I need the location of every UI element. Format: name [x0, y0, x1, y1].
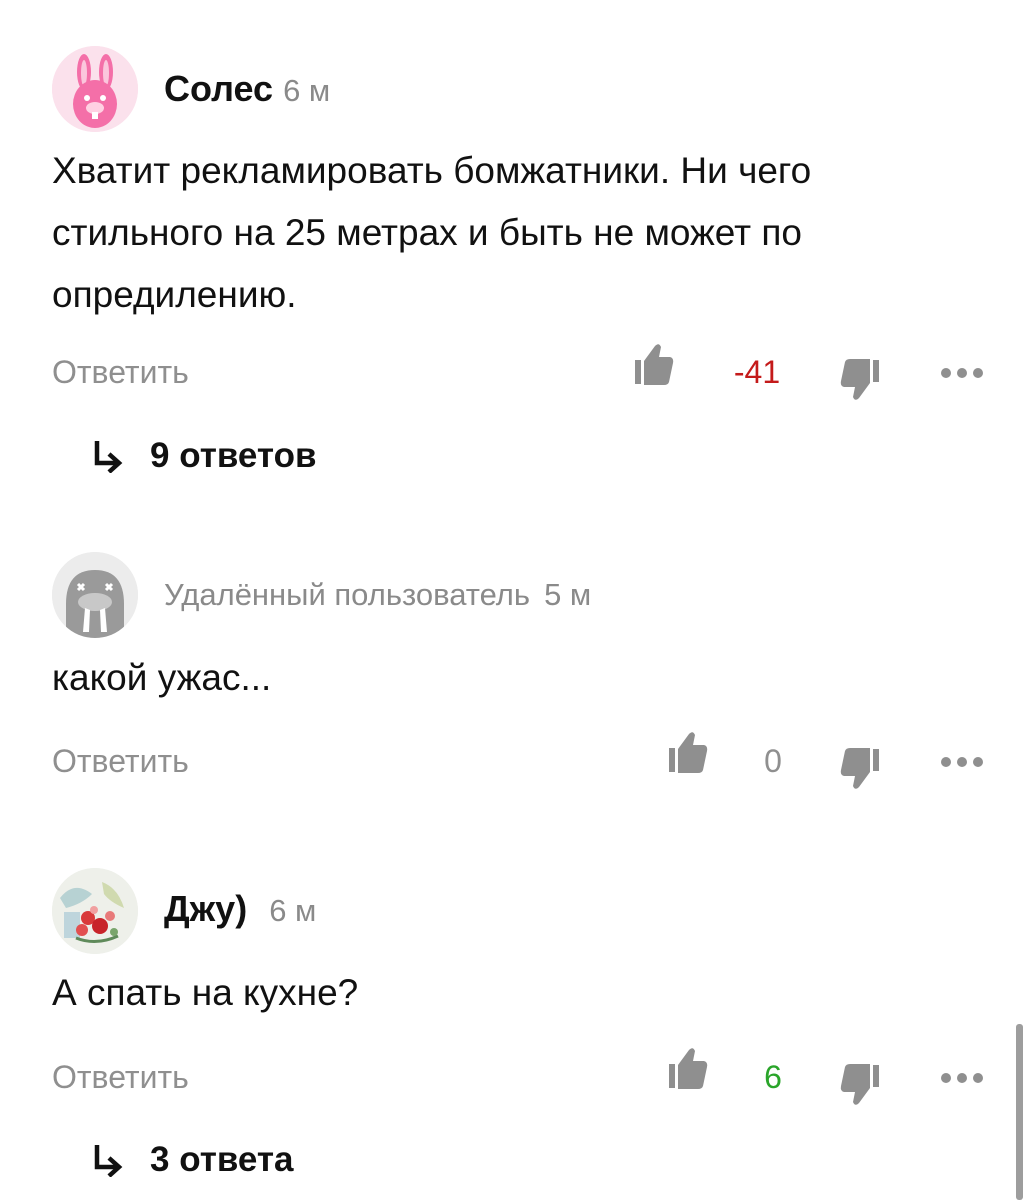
- author-name[interactable]: Джу) 6 м: [164, 888, 316, 930]
- comment-score: -41: [733, 354, 781, 390]
- comment-text: какой ужас...: [52, 657, 272, 698]
- reply-button[interactable]: Ответить: [52, 1059, 189, 1096]
- reply-arrow-icon: [92, 1140, 150, 1180]
- more-dots-icon[interactable]: [940, 1072, 984, 1084]
- comment-text: А спать на кухне?: [52, 972, 359, 1013]
- author-name[interactable]: Солес 6 м: [164, 68, 330, 110]
- reply-button[interactable]: Ответить: [52, 743, 189, 780]
- comment-time: 6 м: [269, 893, 317, 928]
- reply-button[interactable]: Ответить: [52, 354, 189, 391]
- flowers-photo-avatar[interactable]: [52, 868, 138, 954]
- replies-link[interactable]: 9 ответов: [92, 436, 316, 476]
- reply-arrow-icon: [92, 436, 150, 476]
- scrollbar[interactable]: [1016, 1024, 1023, 1200]
- thumbs-up-icon[interactable]: [668, 1046, 708, 1090]
- replies-link[interactable]: 3 ответа: [92, 1140, 294, 1180]
- thumbs-up-icon[interactable]: [634, 342, 674, 386]
- pink-rabbit-avatar[interactable]: [52, 46, 138, 132]
- author-name: Удалённый пользователь 5 м: [164, 577, 591, 613]
- walrus-avatar[interactable]: [52, 552, 138, 638]
- comment-time: 5 м: [544, 577, 592, 612]
- more-dots-icon[interactable]: [940, 756, 984, 768]
- more-dots-icon[interactable]: [940, 367, 984, 379]
- comment-text: Хватит рекламировать бомжатники. Ни чего…: [52, 150, 812, 315]
- thumbs-down-icon[interactable]: [840, 358, 880, 402]
- replies-count: 9 ответов: [150, 436, 317, 475]
- comment-score: 0: [764, 743, 782, 779]
- comment-score: 6: [764, 1059, 782, 1095]
- author-label: Джу): [164, 888, 248, 929]
- author-label: Удалённый пользователь: [164, 577, 531, 612]
- replies-count: 3 ответа: [150, 1140, 294, 1179]
- thumbs-down-icon[interactable]: [840, 1063, 880, 1107]
- thumbs-down-icon[interactable]: [840, 747, 880, 791]
- author-label: Солес: [164, 68, 274, 109]
- thumbs-up-icon[interactable]: [668, 730, 708, 774]
- comment-time: 6 м: [283, 73, 331, 108]
